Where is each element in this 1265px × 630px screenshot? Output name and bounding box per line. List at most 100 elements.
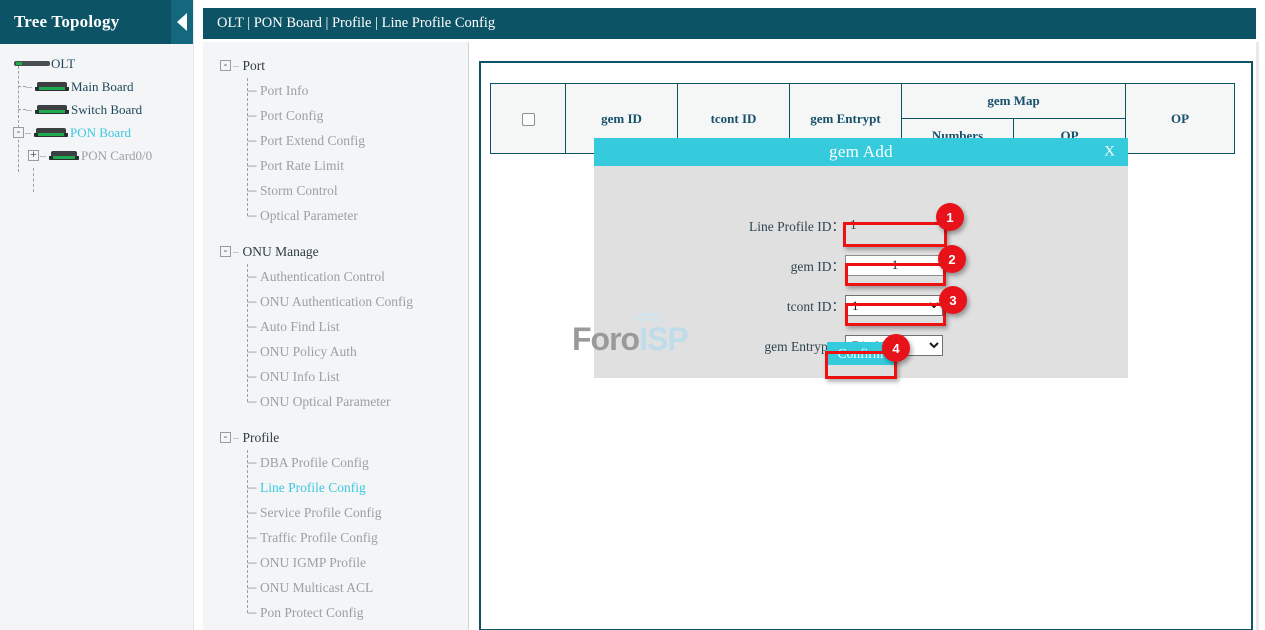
nav-spacer [203, 228, 468, 239]
nav-item-label: Port Config [260, 108, 323, 124]
nav-branch-glyph: --- [247, 580, 256, 595]
tree-node-label: OLT [51, 56, 75, 72]
tree-node-main-board[interactable]: – Main Board [0, 75, 193, 98]
tree-expand-toggle[interactable]: + [28, 150, 39, 161]
field-row-line-profile-id: Line Profile ID： 1 [594, 214, 1128, 236]
tree-node-pon-card[interactable]: + – PON Card0/0 [0, 144, 193, 167]
nav-branch-glyph: --- [247, 605, 256, 620]
annotation-badge-4: 4 [882, 334, 910, 362]
nav-item-port-config[interactable]: ---Port Config [203, 103, 468, 128]
nav-item-label: ONU Authentication Config [260, 294, 413, 310]
olt-device-icon [14, 59, 50, 69]
nav-item-onu-multicast-acl[interactable]: ---ONU Multicast ACL [203, 575, 468, 600]
nav-item-label: Port Rate Limit [260, 158, 344, 174]
nav-item-label: Port Info [260, 83, 308, 99]
content-scrollbar[interactable] [1256, 42, 1259, 630]
nav-group-label: Profile [243, 430, 280, 446]
table-header-select-all[interactable] [491, 84, 566, 154]
gem-entrypt-label: gem Entrypt： [594, 335, 845, 355]
nav-group-header[interactable]: -–ONU Manage [203, 239, 468, 264]
table-header-row-top: gem ID tcont ID gem Entrypt gem Map OP [491, 84, 1235, 119]
section-nav-panel: -–Port---Port Info---Port Config---Port … [203, 42, 469, 630]
gem-id-label: gem ID： [594, 255, 845, 275]
gem-id-input[interactable] [845, 255, 945, 276]
tree-topology-sidebar: Tree Topology OLT – [0, 0, 194, 630]
nav-spacer [203, 625, 468, 630]
nav-item-onu-info-list[interactable]: --- ONU Info List [203, 364, 468, 389]
tree-dash-glyph: – [26, 79, 32, 94]
nav-item-onu-policy-auth[interactable]: ---ONU Policy Auth [203, 339, 468, 364]
collapse-left-arrow-icon[interactable] [171, 0, 193, 44]
nav-item-line-profile-config[interactable]: ---Line Profile Config [203, 475, 468, 500]
nav-item-onu-igmp-profile[interactable]: ---ONU IGMP Profile [203, 550, 468, 575]
tree-node-label: PON Card0/0 [81, 148, 152, 164]
nav-collapse-toggle[interactable]: - [220, 432, 231, 443]
tree-node-pon-board[interactable]: - – PON Board [0, 121, 193, 144]
tree-node-label: Switch Board [71, 102, 142, 118]
nav-branch-glyph: --- [247, 158, 256, 173]
nav-item-label: Authentication Control [260, 269, 385, 285]
nav-branch-glyph: --- [247, 319, 256, 334]
nav-item-onu-authentication-config[interactable]: --- ONU Authentication Config [203, 289, 468, 314]
nav-item-label: Port Extend Config [260, 133, 365, 149]
close-icon[interactable]: X [1104, 144, 1115, 161]
nav-item-label: ONU Policy Auth [260, 344, 357, 360]
nav-item-label: ONU Info List [260, 369, 340, 385]
table-header-op: OP [1126, 84, 1235, 154]
gem-add-dialog: gem Add X ForoISP Line Profile ID： 1 gem… [594, 138, 1128, 378]
nav-branch-glyph: --- [247, 369, 256, 384]
tree-dash-glyph: – [26, 102, 32, 117]
nav-item-storm-control[interactable]: --- Storm Control [203, 178, 468, 203]
nav-item-port-rate-limit[interactable]: --- Port Rate Limit [203, 153, 468, 178]
field-row-tcont-id: tcont ID： 1 [594, 294, 1128, 316]
nav-branch-glyph: --- [247, 294, 256, 309]
nav-item-auto-find-list[interactable]: ---Auto Find List [203, 314, 468, 339]
board-device-icon [35, 104, 69, 115]
nav-spacer [203, 414, 468, 425]
nav-item-label: Pon Protect Config [260, 605, 364, 621]
nav-group-header[interactable]: -–Port [203, 53, 468, 78]
nav-item-onu-optical-parameter[interactable]: ---ONU Optical Parameter [203, 389, 468, 414]
annotation-badge-3: 3 [939, 286, 967, 314]
nav-collapse-toggle[interactable]: - [220, 60, 231, 71]
nav-tree: -–Port---Port Info---Port Config---Port … [203, 53, 468, 630]
nav-item-port-info[interactable]: ---Port Info [203, 78, 468, 103]
board-device-icon [35, 81, 69, 92]
line-profile-id-label: Line Profile ID： [594, 215, 845, 235]
tree-connector [33, 168, 34, 192]
nav-item-label: Storm Control [260, 183, 338, 199]
nav-item-label: ONU IGMP Profile [260, 555, 366, 571]
nav-branch-glyph: --- [247, 480, 256, 495]
breadcrumb-bar: OLT | PON Board | Profile | Line Profile… [203, 8, 1256, 39]
nav-branch-glyph: --- [247, 208, 256, 223]
left-triangle-glyph [177, 13, 187, 31]
nav-item-optical-parameter[interactable]: --- Optical Parameter [203, 203, 468, 228]
nav-branch-glyph: --- [247, 183, 256, 198]
nav-branch-glyph: --- [247, 455, 256, 470]
tcont-id-select[interactable]: 1 [845, 295, 943, 316]
nav-dash-glyph: – [233, 432, 239, 444]
nav-branch-glyph: --- [247, 394, 256, 409]
nav-group-port: -–Port---Port Info---Port Config---Port … [203, 53, 468, 239]
nav-group-header[interactable]: -–Profile [203, 425, 468, 450]
nav-branch-glyph: --- [247, 269, 256, 284]
tree-collapse-toggle[interactable]: - [13, 127, 24, 138]
nav-item-authentication-control[interactable]: --- Authentication Control [203, 264, 468, 289]
select-all-checkbox[interactable] [522, 113, 535, 126]
nav-branch-glyph: --- [247, 133, 256, 148]
nav-item-traffic-profile-config[interactable]: ---Traffic Profile Config [203, 525, 468, 550]
nav-item-label: Service Profile Config [260, 505, 381, 521]
nav-item-dba-profile-config[interactable]: ---DBA Profile Config [203, 450, 468, 475]
nav-dash-glyph: – [233, 60, 239, 72]
nav-item-label: Optical Parameter [260, 208, 358, 224]
tree-node-olt[interactable]: OLT [0, 52, 193, 75]
dialog-header: gem Add X [594, 138, 1128, 166]
nav-collapse-toggle[interactable]: - [220, 246, 231, 257]
nav-item-service-profile-config[interactable]: ---Service Profile Config [203, 500, 468, 525]
nav-group-onu-manage: -–ONU Manage---Authentication Control---… [203, 239, 468, 425]
tree-node-switch-board[interactable]: – Switch Board [0, 98, 193, 121]
nav-group-profile: -–Profile---DBA Profile Config---Line Pr… [203, 425, 468, 630]
nav-item-pon-protect-config[interactable]: --- Pon Protect Config [203, 600, 468, 625]
line-profile-id-value: 1 [850, 217, 857, 233]
nav-item-port-extend-config[interactable]: --- Port Extend Config [203, 128, 468, 153]
